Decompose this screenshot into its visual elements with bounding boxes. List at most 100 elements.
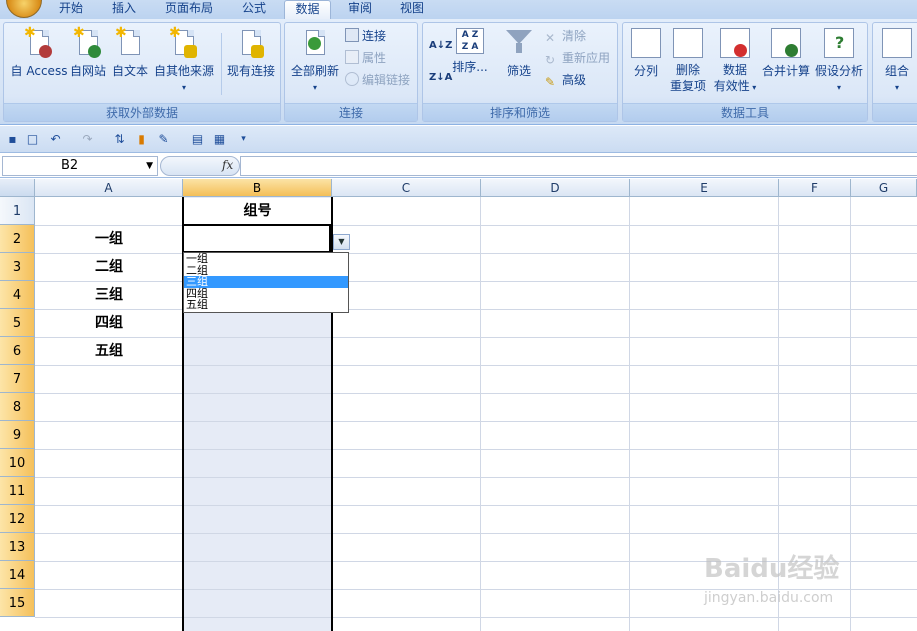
group-label-sort-filter: 排序和筛选 — [423, 103, 617, 121]
column-header-d[interactable]: D — [481, 179, 630, 197]
tab-home[interactable]: 开始 — [50, 0, 92, 19]
text-file-icon: ✱ — [115, 26, 145, 58]
dropdown-option[interactable]: 二组 — [184, 265, 348, 277]
chart-icon[interactable]: ▮ — [134, 132, 149, 147]
row-header-14[interactable]: 14 — [0, 561, 35, 589]
existing-connections-button[interactable]: 现有连接 — [224, 28, 278, 79]
row-header-2[interactable]: 2 — [0, 225, 35, 253]
from-web-button[interactable]: ✱ 自网站 — [68, 26, 108, 79]
save-icon[interactable]: ▪ — [5, 132, 20, 147]
tab-data[interactable]: 数据 — [284, 0, 331, 19]
clear-filter-button[interactable]: ✕ 清除 — [545, 27, 586, 45]
from-text-button[interactable]: ✱ 自文本 — [110, 26, 150, 79]
customize-toolbar-icon[interactable]: ▾ — [236, 132, 251, 147]
filter-button[interactable]: 筛选 — [501, 28, 537, 79]
row-header-9[interactable]: 9 — [0, 421, 35, 449]
tab-formulas[interactable]: 公式 — [234, 0, 274, 19]
column-header-f[interactable]: F — [779, 179, 851, 197]
dropdown-option[interactable]: 五组 — [184, 299, 348, 311]
consolidate-icon — [771, 28, 801, 58]
cell-a5[interactable]: 四组 — [35, 309, 183, 337]
group-data-tools: 分列 删除 重复项 数据 有效性 ▾ 合并计算 ? 假设分析 ▾ 数据工具 — [622, 22, 868, 122]
clear-icon: ✕ — [545, 31, 556, 45]
row-header-4[interactable]: 4 — [0, 281, 35, 309]
redo-icon[interactable]: ↷ — [80, 132, 95, 147]
column-header-c[interactable]: C — [332, 179, 481, 197]
chevron-down-icon: ▾ — [836, 83, 841, 92]
undo-icon[interactable]: ↶ — [48, 132, 63, 147]
row-header-10[interactable]: 10 — [0, 449, 35, 477]
tab-review[interactable]: 审阅 — [340, 0, 380, 19]
tab-view[interactable]: 视图 — [392, 0, 432, 19]
text-to-columns-button[interactable]: 分列 — [627, 28, 665, 79]
chevron-down-icon: ▾ — [749, 83, 757, 92]
data-validation-icon — [720, 28, 750, 58]
row-header-7[interactable]: 7 — [0, 365, 35, 393]
row-header-1[interactable]: 1 — [0, 197, 35, 225]
cell-a6[interactable]: 五组 — [35, 337, 183, 365]
tab-insert[interactable]: 插入 — [104, 0, 144, 19]
from-other-sources-button[interactable]: ✱ 自其他来源 ▾ — [152, 26, 216, 92]
column-header-b[interactable]: B — [183, 179, 332, 197]
tab-page-layout[interactable]: 页面布局 — [157, 0, 221, 19]
column-header-e[interactable]: E — [630, 179, 779, 197]
table-icon[interactable]: ▦ — [212, 132, 227, 147]
group-label-external-data: 获取外部数据 — [4, 103, 280, 121]
refresh-icon — [300, 28, 330, 58]
cell-a3[interactable]: 二组 — [35, 253, 183, 281]
group-label-outline — [873, 103, 917, 121]
name-box[interactable]: B2 ▼ — [2, 156, 158, 176]
row-header-6[interactable]: 6 — [0, 337, 35, 365]
row-header-3[interactable]: 3 — [0, 253, 35, 281]
active-cell-b2[interactable] — [182, 224, 331, 253]
sort-button[interactable]: A ZZ A 排序... — [451, 28, 489, 75]
what-if-icon: ? — [824, 28, 854, 58]
watermark-logo: Baidu经验 — [704, 554, 840, 584]
group-rows-icon — [882, 28, 912, 58]
dropdown-option[interactable]: 一组 — [184, 253, 348, 265]
row-header-5[interactable]: 5 — [0, 309, 35, 337]
select-all-corner[interactable] — [0, 179, 35, 197]
properties-button[interactable]: 属性 — [345, 49, 386, 67]
edit-links-button[interactable]: 编辑链接 — [345, 71, 410, 89]
funnel-icon — [504, 28, 534, 58]
format-icon[interactable]: ✎ — [156, 132, 171, 147]
column-header-a[interactable]: A — [35, 179, 183, 197]
chevron-down-icon: ▼ — [338, 237, 345, 246]
office-button[interactable] — [6, 0, 42, 18]
connections-button[interactable]: 连接 — [345, 27, 386, 45]
refresh-all-button[interactable]: 全部刷新 ▾ — [289, 28, 341, 92]
advanced-filter-button[interactable]: ✎ 高级 — [545, 71, 586, 89]
dropdown-option[interactable]: 四组 — [184, 288, 348, 300]
chevron-down-icon[interactable]: ▼ — [146, 157, 153, 175]
row-header-13[interactable]: 13 — [0, 533, 35, 561]
row-header-11[interactable]: 11 — [0, 477, 35, 505]
web-icon: ✱ — [73, 26, 103, 58]
connections-icon — [345, 28, 359, 42]
cell-a2[interactable]: 一组 — [35, 225, 183, 253]
from-access-button[interactable]: ✱ 自 Access — [8, 26, 70, 79]
what-if-analysis-button[interactable]: ? 假设分析 ▾ — [813, 28, 865, 92]
cell-a4[interactable]: 三组 — [35, 281, 183, 309]
row-header-8[interactable]: 8 — [0, 393, 35, 421]
insert-function-icon[interactable]: fx — [222, 158, 233, 172]
chevron-down-icon: ▾ — [181, 83, 186, 92]
group-label-data-tools: 数据工具 — [623, 103, 867, 121]
consolidate-button[interactable]: 合并计算 — [761, 28, 811, 79]
formula-input[interactable] — [240, 156, 917, 176]
column-header-g[interactable]: G — [851, 179, 917, 197]
sort-ascending-button[interactable]: A↓Z — [429, 37, 452, 55]
remove-duplicates-button[interactable]: 删除 重复项 — [667, 28, 709, 94]
sort-icon[interactable]: ⇅ — [112, 132, 127, 147]
row-header-15[interactable]: 15 — [0, 589, 35, 617]
new-file-icon[interactable]: □ — [25, 132, 40, 147]
row-header-12[interactable]: 12 — [0, 505, 35, 533]
reapply-button[interactable]: ↻ 重新应用 — [545, 49, 610, 67]
dropdown-arrow-button[interactable]: ▼ — [333, 234, 350, 250]
data-validation-button[interactable]: 数据 有效性 ▾ — [711, 28, 759, 96]
form-icon[interactable]: ▤ — [190, 132, 205, 147]
sort-descending-button[interactable]: Z↓A — [429, 69, 452, 87]
group-button[interactable]: 组合 ▾ — [875, 28, 917, 92]
dropdown-option-highlighted[interactable]: 三组 — [184, 276, 348, 288]
cell-b1[interactable]: 组号 — [183, 197, 332, 225]
